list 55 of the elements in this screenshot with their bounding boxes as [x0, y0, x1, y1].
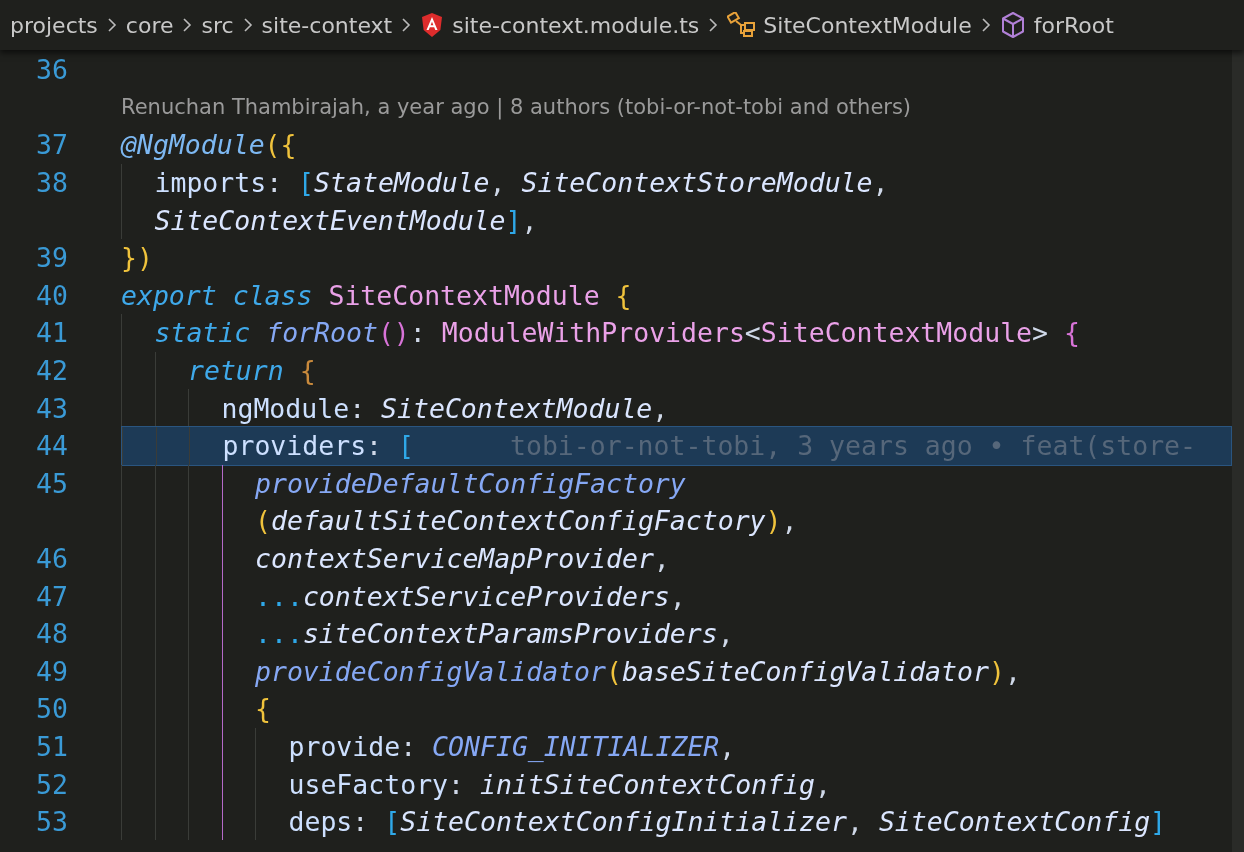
chevron-icon — [980, 17, 991, 33]
line-number: 47 — [35, 580, 68, 612]
line-number: 44 — [35, 430, 68, 462]
line-number: 36 — [35, 54, 68, 86]
chevron-icon — [401, 17, 412, 33]
line-number: 45 — [35, 467, 68, 499]
breadcrumb-item[interactable]: SiteContextModule — [763, 12, 972, 38]
code-line: return { — [188, 355, 316, 387]
breadcrumb-item[interactable]: site-context — [261, 12, 393, 38]
line-number: 53 — [35, 806, 68, 838]
cube-icon — [999, 11, 1026, 39]
code-line: deps: [SiteContextConfigInitializer, SiteContextConfig] — [288, 806, 1167, 838]
line-number: 43 — [35, 392, 68, 424]
code-line: export class SiteContextModule { — [121, 279, 632, 311]
line-number: 38 — [35, 167, 68, 199]
code-line: providers: [ — [222, 430, 414, 462]
breadcrumb-item[interactable]: core — [125, 12, 174, 38]
breadcrumb-item[interactable]: forRoot — [1033, 12, 1114, 38]
code-line: @NgModule({ — [121, 129, 297, 161]
code-line: ngModule: SiteContextModule, — [221, 392, 669, 424]
line-number: 49 — [35, 655, 68, 687]
line-number: 42 — [35, 355, 68, 387]
inline-blame: tobi-or-not-tobi, 3 years ago • feat(store- — [510, 430, 1197, 462]
code-line: static forRoot(): ModuleWithProviders<SiteContextModule> { — [154, 317, 1080, 349]
line-number: 48 — [35, 618, 68, 650]
code-line: useFactory: initSiteContextConfig, — [288, 768, 831, 800]
class-icon — [727, 12, 758, 38]
code-line: (defaultSiteContextConfigFactory), — [255, 505, 798, 537]
code-line: { — [255, 693, 271, 725]
line-number: 52 — [35, 768, 68, 800]
line-number: 41 — [35, 317, 68, 349]
line-number: 40 — [35, 279, 68, 311]
code-line: provide: CONFIG_INITIALIZER, — [288, 731, 736, 762]
chevron-icon — [242, 17, 253, 33]
chevron-icon — [106, 17, 117, 33]
line-number: 39 — [35, 242, 68, 274]
chevron-icon — [182, 17, 193, 33]
line-number: 46 — [35, 543, 68, 574]
shield-icon — [420, 12, 445, 38]
code-line: provideDefaultConfigFactory — [255, 467, 686, 499]
line-number: 51 — [35, 731, 68, 762]
breadcrumb-item[interactable]: site-context.module.ts — [452, 12, 700, 38]
code-line: imports: [StateModule, SiteContextStoreModule, — [154, 167, 889, 199]
code-line: SiteContextEventModule], — [154, 204, 538, 236]
code-line: provideConfigValidator(baseSiteConfigValidator), — [255, 655, 1021, 687]
code-line: ...contextServiceProviders, — [255, 580, 686, 612]
line-number: 37 — [35, 129, 68, 161]
chevron-icon — [708, 17, 719, 33]
code-line: contextServiceMapProvider, — [255, 543, 670, 574]
breadcrumb-item[interactable]: projects — [10, 12, 98, 38]
blame-annotation[interactable]: Renuchan Thambirajah, a year ago | 8 authors (tobi-or-not-tobi and others) — [121, 95, 912, 120]
breadcrumb-item[interactable]: src — [201, 12, 234, 38]
line-number: 50 — [35, 693, 68, 725]
code-line: }) — [121, 242, 153, 274]
code-line: ...siteContextParamsProviders, — [255, 618, 734, 650]
